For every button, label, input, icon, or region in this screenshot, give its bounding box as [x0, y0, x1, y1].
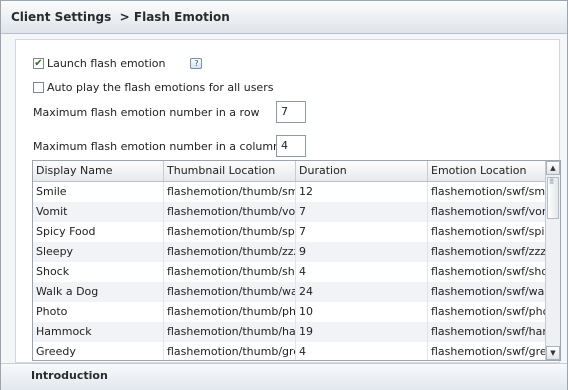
scroll-up-icon[interactable]: ▲ — [546, 161, 560, 175]
cell-thumbnail-location: flashemotion/thumb/shock — [164, 262, 296, 282]
emotion-table: Display Name Thumbnail Location Duration… — [32, 160, 561, 361]
cell-thumbnail-location: flashemotion/thumb/vomit — [164, 202, 296, 222]
title-bar: Client Settings > Flash Emotion — [1, 1, 567, 34]
cell-emotion-location: flashemotion/swf/greed — [431, 345, 545, 358]
table-row[interactable]: Smile flashemotion/thumb/smile. 12 flash… — [33, 182, 545, 202]
introduction-title: Introduction — [31, 369, 108, 382]
cell-display-name: Walk a Dog — [33, 282, 164, 302]
table-row[interactable]: Hammock flashemotion/thumb/hamm 19 flash… — [33, 322, 545, 342]
table-row[interactable]: Sleepy flashemotion/thumb/zzz.sv 9 flash… — [33, 242, 545, 262]
scroll-down-icon[interactable]: ▼ — [546, 346, 560, 360]
cell-display-name: Smile — [33, 182, 164, 202]
table-vertical-scrollbar[interactable]: ▲ ≡ ≡ ▼ — [545, 161, 560, 360]
help-icon[interactable]: ? — [190, 58, 203, 69]
cell-emotion-location: flashemotion/swf/photo — [431, 305, 545, 318]
max-col-label: Maximum flash emotion number in a column — [33, 140, 281, 153]
cell-thumbnail-location: flashemotion/thumb/spicy. — [164, 222, 296, 242]
cell-duration: 4 — [296, 342, 428, 360]
table-row[interactable]: Shock flashemotion/thumb/shock 4 flashem… — [33, 262, 545, 282]
introduction-section-header[interactable]: Introduction — [1, 363, 567, 390]
cell-thumbnail-location: flashemotion/thumb/walk.s — [164, 282, 296, 302]
table-body: Smile flashemotion/thumb/smile. 12 flash… — [33, 182, 545, 360]
max-row-input[interactable]: 7 — [276, 101, 306, 123]
auto-play-label: Auto play the flash emotions for all use… — [47, 81, 274, 94]
cell-duration: 4 — [296, 262, 428, 282]
cell-duration: 10 — [296, 302, 428, 322]
cell-thumbnail-location: flashemotion/thumb/zzz.sv — [164, 242, 296, 262]
column-header-duration[interactable]: Duration — [296, 161, 428, 181]
breadcrumb-separator: > — [119, 10, 130, 24]
cell-emotion-location: flashemotion/swf/vomit — [431, 205, 545, 218]
column-header-emotion-location[interactable]: Emotion Location — [428, 161, 545, 181]
cell-display-name: Vomit — [33, 202, 164, 222]
cell-emotion-location: flashemotion/swf/zzz.s — [431, 245, 545, 258]
cell-display-name: Spicy Food — [33, 222, 164, 242]
table-row[interactable]: Vomit flashemotion/thumb/vomit 7 flashem… — [33, 202, 545, 222]
cell-duration: 19 — [296, 322, 428, 342]
cell-thumbnail-location: flashemotion/thumb/greed — [164, 342, 296, 360]
table-row[interactable]: Greedy flashemotion/thumb/greed 4 flashe… — [33, 342, 545, 360]
table-row[interactable]: Photo flashemotion/thumb/photo 10 flashe… — [33, 302, 545, 322]
cell-thumbnail-location: flashemotion/thumb/hamm — [164, 322, 296, 342]
breadcrumb-current: Flash Emotion — [133, 10, 230, 24]
table-header: Display Name Thumbnail Location Duration… — [33, 161, 545, 182]
cell-duration: 24 — [296, 282, 428, 302]
max-row-label: Maximum flash emotion number in a row — [33, 106, 260, 119]
cell-emotion-location: flashemotion/swf/spicy — [431, 225, 545, 238]
breadcrumb-root: Client Settings — [11, 10, 112, 24]
cell-display-name: Photo — [33, 302, 164, 322]
breadcrumb: Client Settings > Flash Emotion — [11, 10, 230, 24]
cell-display-name: Greedy — [33, 342, 164, 360]
client-settings-window: Client Settings > Flash Emotion ✔ Launch… — [0, 0, 568, 390]
cell-duration: 9 — [296, 242, 428, 262]
cell-duration: 7 — [296, 202, 428, 222]
cell-display-name: Hammock — [33, 322, 164, 342]
launch-flash-label: Launch flash emotion — [47, 57, 166, 70]
cell-emotion-location: flashemotion/swf/hamm — [431, 325, 545, 338]
cell-thumbnail-location: flashemotion/thumb/photo — [164, 302, 296, 322]
cell-emotion-location: flashemotion/swf/smile — [431, 185, 545, 198]
cell-display-name: Shock — [33, 262, 164, 282]
cell-emotion-location: flashemotion/swf/shock — [431, 265, 545, 278]
cell-thumbnail-location: flashemotion/thumb/smile. — [164, 182, 296, 202]
cell-duration: 12 — [296, 182, 428, 202]
table-row[interactable]: Walk a Dog flashemotion/thumb/walk.s 24 … — [33, 282, 545, 302]
column-header-display-name[interactable]: Display Name — [33, 161, 164, 181]
cell-duration: 7 — [296, 222, 428, 242]
table-row[interactable]: Spicy Food flashemotion/thumb/spicy. 7 f… — [33, 222, 545, 242]
column-header-thumbnail-location[interactable]: Thumbnail Location — [164, 161, 296, 181]
max-col-input[interactable]: 4 — [276, 135, 306, 157]
cell-display-name: Sleepy — [33, 242, 164, 262]
launch-flash-checkbox[interactable]: ✔ — [33, 58, 44, 69]
cell-emotion-location: flashemotion/swf/walk. — [431, 285, 545, 298]
auto-play-row: Auto play the flash emotions for all use… — [33, 81, 273, 94]
auto-play-checkbox[interactable] — [33, 82, 44, 93]
scroll-grip-icon: ≡ ≡ — [549, 176, 555, 186]
launch-flash-row: ✔ Launch flash emotion ? — [33, 57, 203, 70]
